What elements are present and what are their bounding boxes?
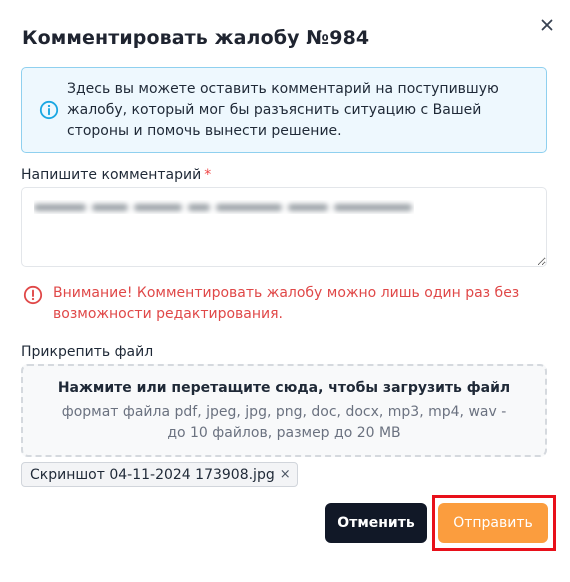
attachment-label: Прикрепить файл [21, 344, 154, 360]
required-marker: * [204, 167, 212, 183]
remove-file-icon[interactable]: × [280, 467, 291, 482]
info-notice: Здесь вы можете оставить комментарий на … [21, 67, 547, 153]
dropzone-hint: формат файла pdf, jpeg, jpg, png, doc, d… [61, 404, 507, 441]
info-circle-icon [39, 100, 59, 120]
attached-file-chip: Скриншот 04-11-2024 173908.jpg × [21, 462, 298, 487]
file-dropzone[interactable]: Нажмите или перетащите сюда, чтобы загру… [21, 364, 547, 457]
cancel-button[interactable]: Отменить [325, 503, 427, 543]
dialog-title: Комментировать жалобу №984 [22, 27, 370, 49]
dropzone-title: Нажмите или перетащите сюда, чтобы загру… [57, 380, 511, 396]
close-icon[interactable] [538, 16, 556, 34]
comment-label: Напишите комментарий * [21, 167, 211, 183]
warning-text: Внимание! Комментировать жалобу можно ли… [53, 285, 520, 322]
attached-file-name: Скриншот 04-11-2024 173908.jpg [30, 466, 275, 483]
info-text: Здесь вы можете оставить комментарий на … [67, 81, 499, 139]
alert-circle-icon [23, 285, 43, 305]
complaint-comment-dialog: Комментировать жалобу №984 Здесь вы може… [0, 0, 570, 582]
comment-textarea[interactable] [21, 187, 547, 267]
submit-button[interactable]: Отправить [438, 503, 548, 543]
comment-label-text: Напишите комментарий [21, 167, 202, 183]
